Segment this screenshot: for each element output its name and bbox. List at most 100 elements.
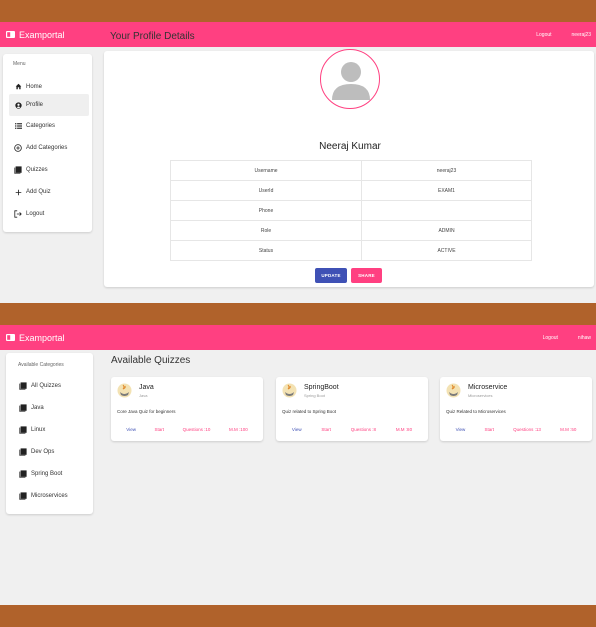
book-icon [18, 426, 28, 434]
profile-full-name: Neeraj Kumar [319, 141, 381, 152]
brand-name: Examportal [19, 332, 65, 343]
quiz-card-springboot: SpringBoot Spring Boot Quiz related to S… [276, 377, 428, 441]
profile-details-table: Username neeraj23 UserId EXAM1 Phone Rol… [170, 160, 532, 261]
sidebar-item-label: Add Quiz [26, 189, 51, 195]
quiz-title: Java [139, 384, 154, 391]
sidebar-item-dev-ops[interactable]: Dev Ops [12, 444, 90, 460]
sidebar-item-label: Categories [26, 123, 56, 129]
quiz-logo-icon [282, 383, 297, 398]
quiz-card-java: Java Java Core Java Quiz for beginners V… [111, 377, 263, 441]
brand-name: Examportal [19, 29, 65, 40]
sidebar-item-logout[interactable]: Logout [9, 206, 89, 222]
sidebar-item-quizzes[interactable]: Quizzes [9, 162, 89, 178]
book-icon [13, 166, 23, 174]
start-button[interactable]: Start [321, 427, 331, 432]
brand-logo-icon [6, 31, 15, 38]
start-button[interactable]: Start [484, 427, 494, 432]
sidebar-item-spring-boot[interactable]: Spring Boot [12, 466, 90, 482]
max-marks[interactable]: M.M :100 [229, 427, 248, 432]
sidebar-item-label: Microservices [31, 493, 68, 499]
quiz-description: Quiz Related to Microservices [446, 409, 506, 414]
username-link[interactable]: neeraj23 [572, 32, 591, 38]
avatar [320, 49, 380, 109]
book-icon [18, 448, 28, 456]
brand-logo-icon [6, 334, 15, 341]
quiz-description: Core Java Quiz for beginners [117, 409, 176, 414]
quiz-title: Microservice [468, 384, 508, 391]
quiz-actions: View Start Questions :10 M.M :100 [117, 427, 257, 432]
table-row: Username neeraj23 [170, 160, 532, 181]
quiz-category: Microservices [468, 393, 493, 398]
detail-key: Role [170, 220, 362, 241]
detail-value: ADMIN [361, 220, 532, 241]
quiz-title: SpringBoot [304, 384, 339, 391]
sidebar-item-label: Quizzes [26, 167, 48, 173]
detail-key: Status [170, 240, 362, 261]
logout-link[interactable]: Logout [543, 335, 558, 341]
sidebar-item-categories[interactable]: Categories [9, 118, 89, 134]
sidebar-item-java[interactable]: Java [12, 400, 90, 416]
list-icon [13, 123, 23, 129]
sidebar-item-label: Linux [31, 427, 46, 433]
brand[interactable]: Examportal [6, 333, 65, 343]
view-button[interactable]: View [292, 427, 302, 432]
table-row: Status ACTIVE [170, 240, 532, 261]
sidebar-item-label: Dev Ops [31, 449, 55, 455]
sidebar-title: Available Categories [18, 362, 64, 368]
table-row: Role ADMIN [170, 220, 532, 241]
update-button[interactable]: UPDATE [315, 268, 347, 283]
detail-value [361, 200, 532, 221]
book-icon [18, 404, 28, 412]
brand[interactable]: Examportal [6, 30, 65, 40]
quiz-logo-icon [117, 383, 132, 398]
logout-icon [13, 210, 23, 218]
start-button[interactable]: Start [155, 427, 165, 432]
person-icon [332, 62, 370, 100]
sidebar-item-linux[interactable]: Linux [12, 422, 90, 438]
quiz-category: Java [139, 393, 148, 398]
quizzes-screenshot: Examportal Logout nihaw Available Catego… [0, 325, 596, 605]
sidebar-item-add-quiz[interactable]: Add Quiz [9, 184, 89, 200]
quiz-actions: View Start Questions :8 M.M :80 [282, 427, 422, 432]
sidebar-item-label: All Quizzes [31, 383, 62, 389]
sidebar-item-label: Java [31, 405, 44, 411]
questions-count[interactable]: Questions :8 [351, 427, 376, 432]
questions-count[interactable]: Questions :10 [183, 427, 211, 432]
book-icon [18, 492, 28, 500]
view-button[interactable]: View [456, 427, 466, 432]
page-title: Your Profile Details [110, 31, 195, 42]
detail-key: Phone [170, 200, 362, 221]
max-marks[interactable]: M.M :50 [560, 427, 576, 432]
sidebar-item-label: Home [26, 83, 43, 90]
detail-key: Username [170, 160, 362, 181]
detail-value: EXAM1 [361, 180, 532, 201]
sidebar-menu: Menu Home Profile Categories Add Categor… [3, 54, 92, 232]
sidebar-item-label: Logout [26, 211, 45, 217]
account-circle-icon [13, 101, 23, 109]
detail-value: ACTIVE [361, 240, 532, 261]
app-bar: Examportal Logout neeraj23 [0, 22, 596, 47]
sidebar-item-label: Spring Boot [31, 471, 63, 477]
sidebar-title: Menu [13, 61, 26, 67]
view-button[interactable]: View [126, 427, 136, 432]
quiz-logo-icon [446, 383, 461, 398]
questions-count[interactable]: Questions :13 [513, 427, 541, 432]
max-marks[interactable]: M.M :80 [396, 427, 412, 432]
quiz-actions: View Start Questions :13 M.M :50 [446, 427, 586, 432]
sidebar-item-add-categories[interactable]: Add Categories [9, 140, 89, 156]
quiz-category: Spring Boot [304, 393, 325, 398]
book-icon [18, 382, 28, 390]
sidebar-item-microservices[interactable]: Microservices [12, 488, 90, 504]
sidebar-item-all-quizzes[interactable]: All Quizzes [12, 378, 90, 394]
username-link[interactable]: nihaw [578, 335, 591, 341]
logout-link[interactable]: Logout [536, 32, 551, 38]
quiz-description: Quiz related to Spring Boot [282, 409, 337, 414]
table-row: Phone [170, 200, 532, 221]
detail-value: neeraj23 [361, 160, 532, 181]
sidebar-item-profile[interactable]: Profile [9, 94, 89, 116]
add-circle-icon [13, 144, 23, 152]
share-button[interactable]: SHARE [351, 268, 382, 283]
quiz-card-microservice: Microservice Microservices Quiz Related … [440, 377, 592, 441]
home-icon [13, 83, 23, 90]
sidebar-item-label: Add Categories [26, 145, 68, 151]
